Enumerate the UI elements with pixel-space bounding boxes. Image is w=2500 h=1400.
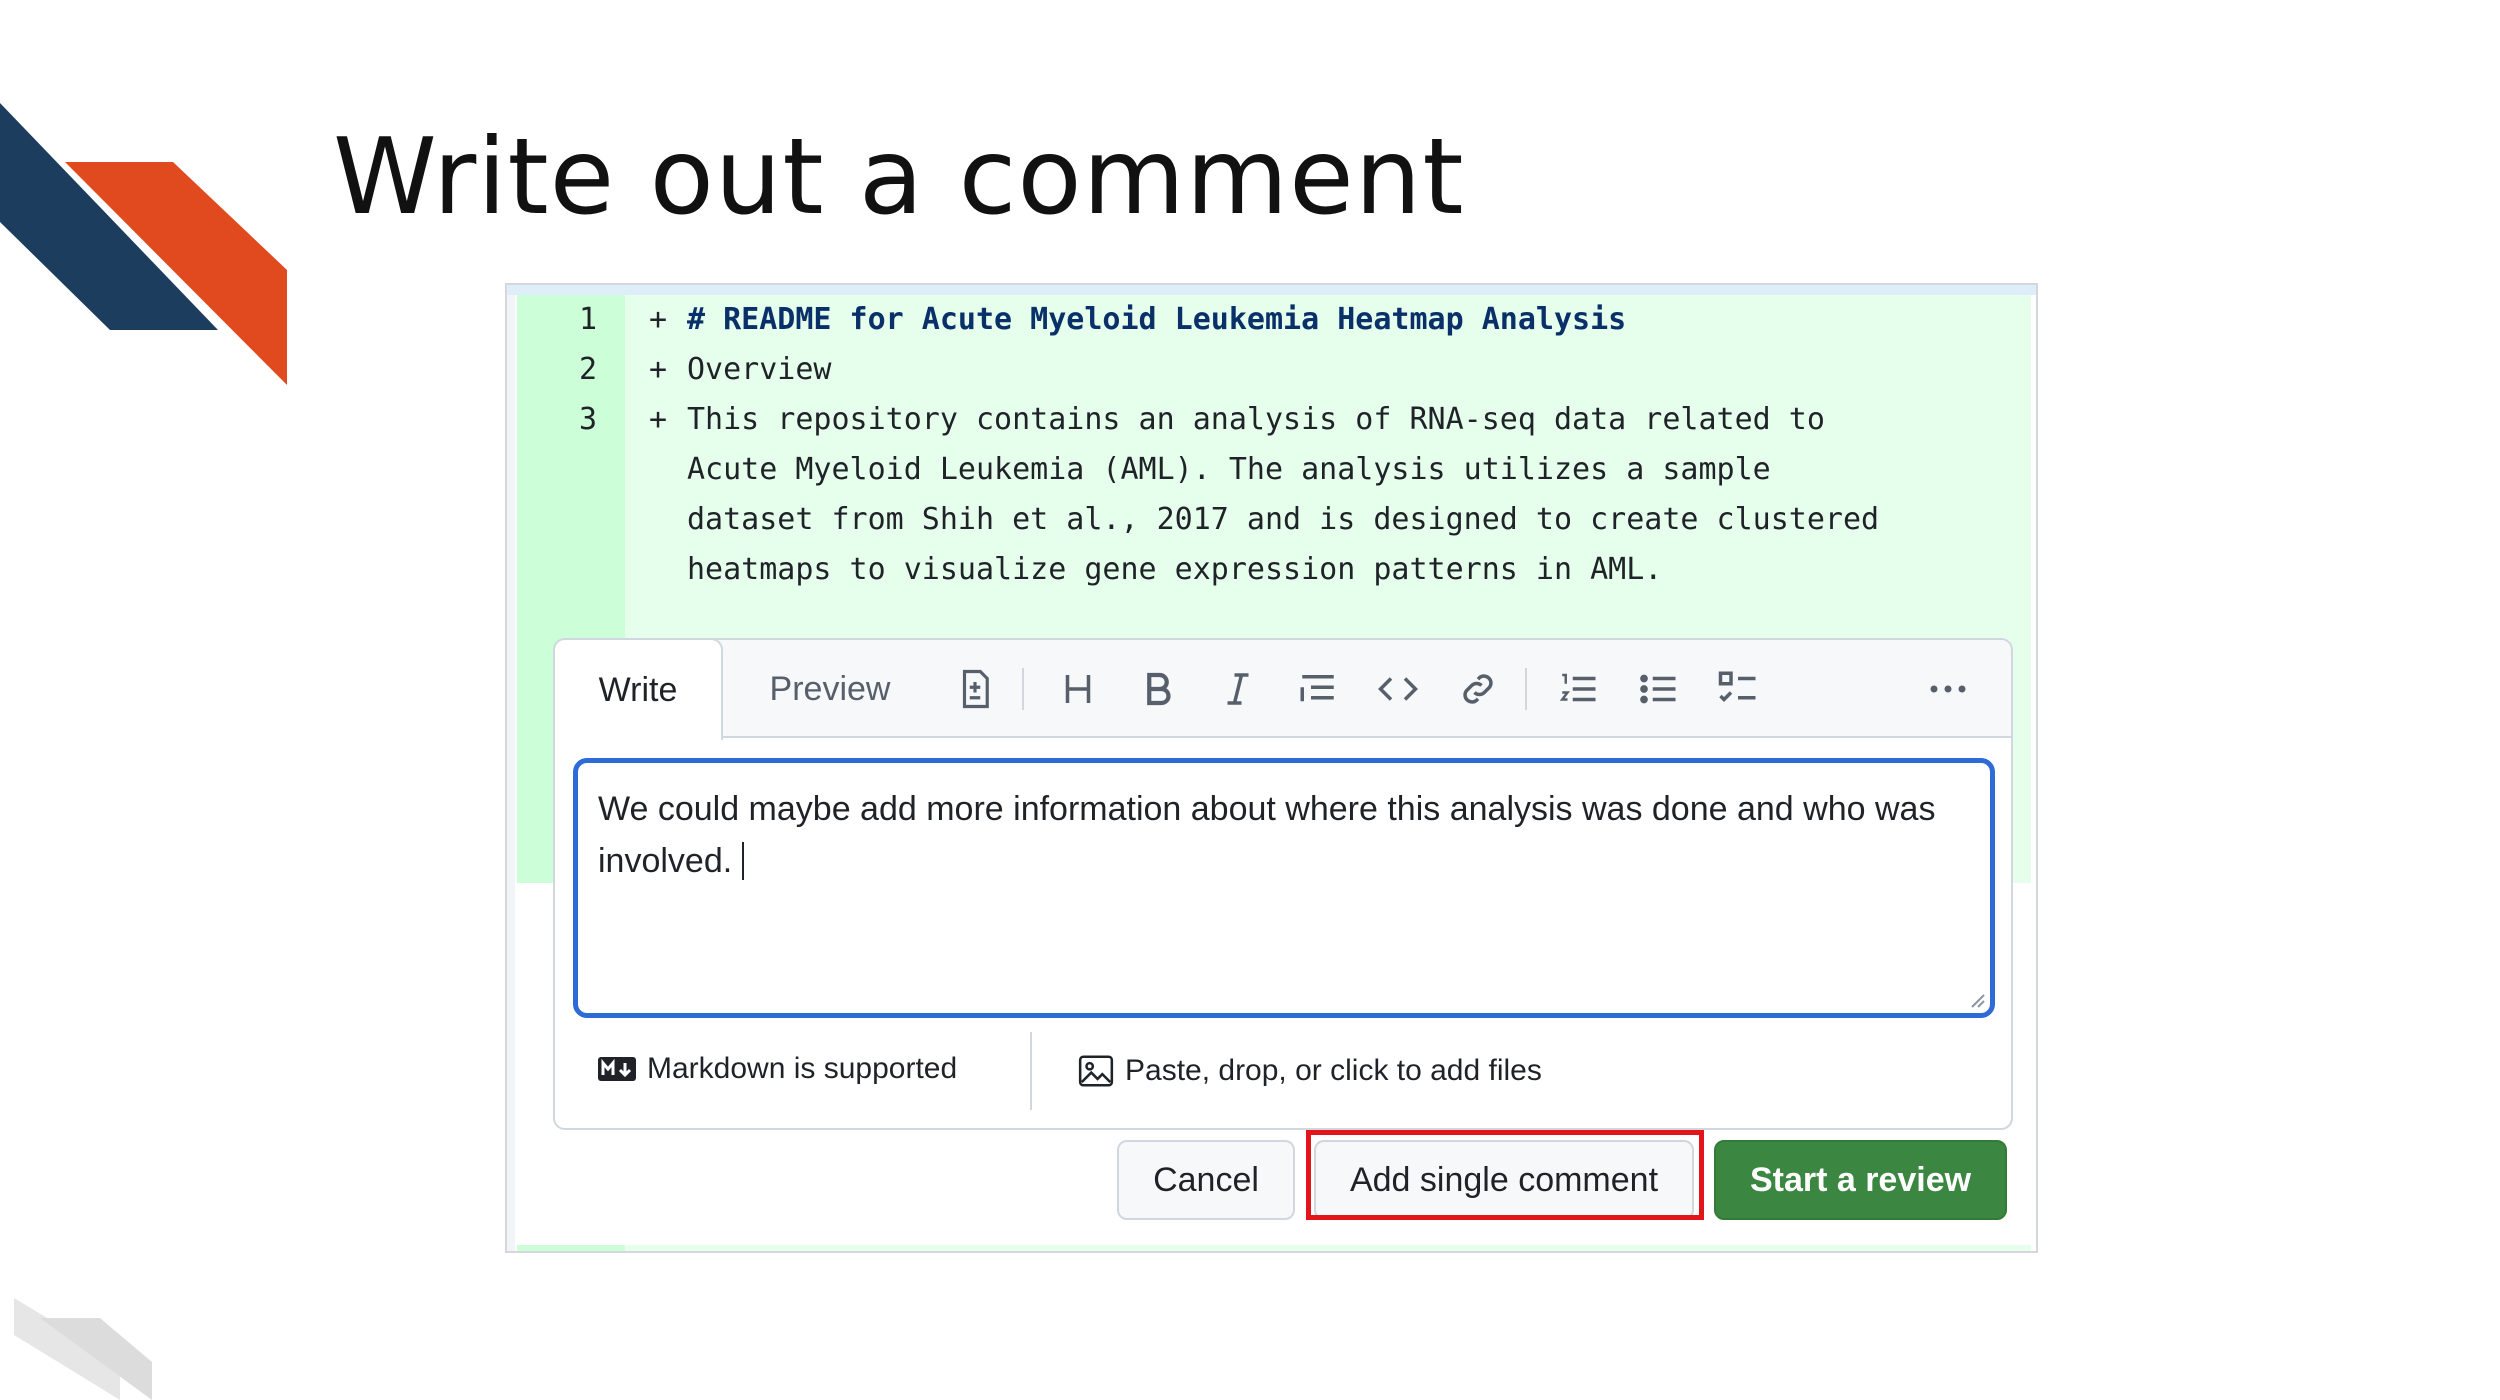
- quote-icon[interactable]: [1295, 666, 1341, 712]
- tab-preview[interactable]: Preview: [755, 640, 905, 738]
- tab-write[interactable]: Write: [555, 640, 723, 740]
- task-list-icon[interactable]: [1715, 666, 1761, 712]
- slide-bottom-decoration: [14, 1298, 152, 1400]
- diff-line-wrap: Acute Myeloid Leukemia (AML). The analys…: [687, 452, 1771, 487]
- diff-line: Overview: [687, 352, 832, 387]
- toolbar-separator: [1525, 668, 1527, 710]
- added-marker: +: [649, 352, 668, 387]
- added-marker: +: [649, 402, 668, 437]
- file-diff-icon[interactable]: [952, 666, 998, 712]
- diff-view: 1 + # README for Acute Myeloid Leukemia …: [517, 295, 2031, 1130]
- markdown-hint-label: Markdown is supported: [647, 1052, 958, 1085]
- unordered-list-icon[interactable]: [1635, 666, 1681, 712]
- text-caret: [742, 842, 745, 880]
- line-number[interactable]: 3: [517, 395, 597, 445]
- bold-icon[interactable]: [1135, 666, 1181, 712]
- added-marker: +: [649, 302, 668, 337]
- editor-toolbar: Write Preview: [555, 640, 2011, 740]
- italic-icon[interactable]: [1215, 666, 1261, 712]
- heading-icon[interactable]: [1055, 666, 1101, 712]
- image-icon: [1078, 1055, 1114, 1087]
- slide-corner-decoration: [0, 103, 287, 385]
- toolbar-separator: [1022, 668, 1024, 710]
- more-options-icon[interactable]: [1925, 666, 1971, 712]
- start-review-button[interactable]: Start a review: [1714, 1140, 2007, 1220]
- comment-text: We could maybe add more information abou…: [598, 790, 1936, 880]
- slide-title: Write out a comment: [333, 116, 1465, 238]
- diff-left-strip: [507, 295, 515, 1251]
- diff-line: # README for Acute Myeloid Leukemia Heat…: [687, 302, 1627, 337]
- attach-files-label: Paste, drop, or click to add files: [1125, 1054, 1542, 1087]
- markdown-icon: [598, 1057, 636, 1081]
- code-icon[interactable]: [1375, 666, 1421, 712]
- link-icon[interactable]: [1455, 666, 1501, 712]
- comment-textarea[interactable]: We could maybe add more information abou…: [573, 758, 1995, 1018]
- comment-form: Write Preview We could maybe add more in…: [553, 638, 2013, 1130]
- github-review-screenshot: 1 + # README for Acute Myeloid Leukemia …: [505, 283, 2038, 1253]
- diff-line-wrap: dataset from Shih et al., 2017 and is de…: [687, 502, 1880, 537]
- diff-line-wrap: heatmaps to visualize gene expression pa…: [687, 552, 1663, 587]
- highlight-annotation: [1306, 1130, 1704, 1220]
- resize-handle-icon[interactable]: [1966, 989, 1986, 1009]
- diff-line: This repository contains an analysis of …: [687, 402, 1825, 437]
- comment-footer: Markdown is supported Paste, drop, or cl…: [555, 1032, 2011, 1112]
- line-number[interactable]: 1: [517, 295, 597, 345]
- ordered-list-icon[interactable]: [1555, 666, 1601, 712]
- markdown-hint[interactable]: Markdown is supported: [597, 1052, 957, 1086]
- diff-top-strip: [507, 285, 2036, 295]
- attach-files-hint[interactable]: Paste, drop, or click to add files: [1077, 1052, 1542, 1090]
- diff-bottom-strip: [517, 1245, 2031, 1251]
- footer-separator: [1030, 1032, 1032, 1110]
- cancel-button[interactable]: Cancel: [1117, 1140, 1295, 1220]
- line-number[interactable]: 2: [517, 345, 597, 395]
